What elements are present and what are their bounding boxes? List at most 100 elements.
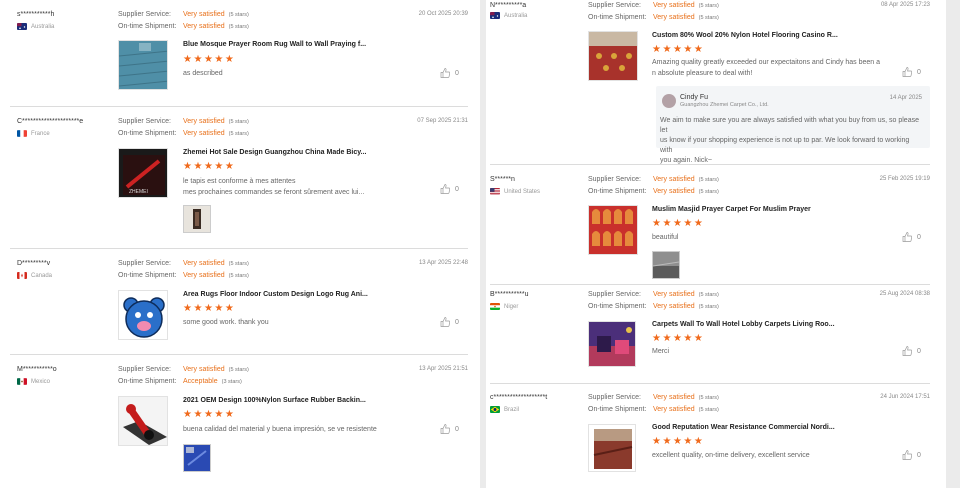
star-icon: ★: [693, 218, 703, 229]
review-comment: beautiful: [652, 234, 679, 241]
review-date: 25 Aug 2024 08:38: [879, 291, 930, 297]
seller-reply: Cindy Fu Guangzhou Zhemei Carpet Co., Lt…: [656, 86, 930, 164]
product-title-link[interactable]: Carpets Wall To Wall Hotel Lobby Carpets…: [652, 321, 835, 328]
supplier-service-stars: (5 stars): [698, 291, 719, 298]
review-photo-thumbnail[interactable]: [183, 205, 211, 233]
rating-stars: ★ ★ ★ ★ ★: [652, 334, 703, 344]
star-icon: ★: [672, 436, 682, 447]
star-icon: ★: [652, 333, 661, 344]
star-icon: ★: [183, 409, 192, 420]
supplier-service-row: Supplier Service: Very satisfied (5 star…: [118, 260, 249, 267]
review-date: 20 Oct 2025 20:39: [418, 11, 468, 17]
supplier-service-label: Supplier Service:: [118, 11, 171, 18]
supplier-service-value: Very satisfied: [183, 260, 225, 267]
supplier-service-value: Very satisfied: [183, 11, 225, 18]
like-button[interactable]: 0: [440, 184, 459, 194]
star-icon: ★: [183, 161, 192, 172]
product-image[interactable]: ZHEMEI: [118, 148, 168, 198]
thumbs-up-icon: [440, 317, 450, 327]
product-title-link[interactable]: Area Rugs Floor Indoor Custom Design Log…: [183, 291, 368, 298]
product-title-link[interactable]: Good Reputation Wear Resistance Commerci…: [652, 424, 835, 431]
like-button[interactable]: 0: [440, 424, 459, 434]
canada-flag-icon: [17, 272, 27, 279]
like-button[interactable]: 0: [902, 346, 921, 356]
reviewer: c*******************t Brazil: [490, 394, 547, 413]
reply-line: We aim to make sure you are always satis…: [660, 117, 919, 134]
review-comment: le tapis est conforme à mes attentes mes…: [183, 176, 364, 198]
review-comment: Amazing quality greatly exceeded our exp…: [652, 57, 882, 79]
like-count: 0: [917, 68, 921, 76]
product-image[interactable]: [118, 40, 168, 90]
avatar: [662, 94, 676, 108]
thumbs-up-icon: [440, 68, 450, 78]
reviewer: S******n United States: [490, 176, 540, 195]
shipment-value: Very satisfied: [653, 406, 695, 413]
rating-stars: ★ ★ ★ ★ ★: [183, 304, 234, 314]
like-count: 0: [917, 233, 921, 241]
review-date: 24 Jun 2024 17:51: [880, 394, 930, 400]
supplier-service-label: Supplier Service:: [588, 2, 641, 9]
reviewer: B***********u Niger: [490, 291, 529, 310]
country-name: Brazil: [504, 406, 520, 413]
product-title-link[interactable]: Custom 80% Wool 20% Nylon Hotel Flooring…: [652, 32, 838, 39]
shipment-label: On-time Shipment:: [588, 14, 647, 21]
like-button[interactable]: 0: [902, 232, 921, 242]
supplier-service-value: Very satisfied: [653, 176, 695, 183]
comment-line: n absolute pleasure to deal with!: [652, 70, 753, 77]
shipment-stars: (5 stars): [228, 23, 249, 30]
product-title-link[interactable]: Muslim Masjid Prayer Carpet For Muslim P…: [652, 206, 811, 213]
like-count: 0: [917, 347, 921, 355]
like-button[interactable]: 0: [902, 450, 921, 460]
shipment-label: On-time Shipment:: [118, 130, 177, 137]
star-icon: ★: [224, 54, 234, 65]
like-button[interactable]: 0: [440, 317, 459, 327]
product-image[interactable]: [118, 396, 168, 446]
product-image[interactable]: [588, 424, 636, 472]
product-image[interactable]: [588, 31, 638, 81]
review-comment: buena calidad del material y buena impre…: [183, 426, 377, 433]
like-button[interactable]: 0: [902, 67, 921, 77]
review-photo-thumbnail[interactable]: [652, 251, 680, 279]
review-photo-thumbnail[interactable]: [183, 444, 211, 472]
review-comment: some good work. thank you: [183, 319, 269, 326]
supplier-service-row: Supplier Service: Very satisfied (5 star…: [118, 366, 249, 373]
reviewer: s***********h Australia: [17, 11, 54, 30]
product-title-link[interactable]: Blue Mosque Prayer Room Rug Wall to Wall…: [183, 41, 366, 48]
star-icon: ★: [203, 409, 213, 420]
supplier-service-value: Very satisfied: [653, 394, 695, 401]
supplier-service-value: Very satisfied: [653, 2, 695, 9]
star-icon: ★: [672, 44, 682, 55]
star-icon: ★: [662, 436, 672, 447]
reply-author-name: Cindy Fu: [680, 94, 709, 101]
reviews-column-left: s***********h Australia Supplier Service…: [0, 0, 480, 488]
product-image[interactable]: [588, 205, 638, 255]
supplier-service-stars: (5 stars): [228, 118, 249, 125]
shipment-value: Very satisfied: [653, 14, 695, 21]
supplier-service-value: Very satisfied: [653, 291, 695, 298]
like-button[interactable]: 0: [440, 68, 459, 78]
star-icon: ★: [693, 44, 703, 55]
reviewer-name: D*********v: [17, 260, 51, 267]
product-image[interactable]: [118, 290, 168, 340]
star-icon: ★: [683, 218, 693, 229]
product-title-link[interactable]: Zhemei Hot Sale Design Guangzhou China M…: [183, 149, 366, 156]
star-icon: ★: [683, 333, 693, 344]
star-icon: ★: [652, 44, 661, 55]
star-icon: ★: [672, 218, 682, 229]
shipment-row: On-time Shipment: Very satisfied (5 star…: [118, 23, 249, 30]
review-comment: as described: [183, 70, 223, 77]
supplier-service-label: Supplier Service:: [588, 176, 641, 183]
reply-line: us know if your shopping experience is n…: [660, 137, 910, 154]
shipment-row: On-time Shipment: Very satisfied (5 star…: [588, 303, 719, 310]
product-title-link[interactable]: 2021 OEM Design 100%Nylon Surface Rubber…: [183, 397, 366, 404]
shipment-label: On-time Shipment:: [118, 272, 177, 279]
mexico-flag-icon: [17, 378, 27, 385]
review-card: B***********u Niger Supplier Service: Ve…: [486, 285, 946, 384]
shipment-row: On-time Shipment: Very satisfied (5 star…: [588, 14, 719, 21]
supplier-service-value: Very satisfied: [183, 118, 225, 125]
reviewer: C*********************e France: [17, 118, 83, 137]
shipment-value: Acceptable: [183, 378, 218, 385]
star-icon: ★: [193, 409, 203, 420]
product-image[interactable]: [588, 321, 636, 367]
reviewer-country: Brazil: [490, 406, 547, 413]
